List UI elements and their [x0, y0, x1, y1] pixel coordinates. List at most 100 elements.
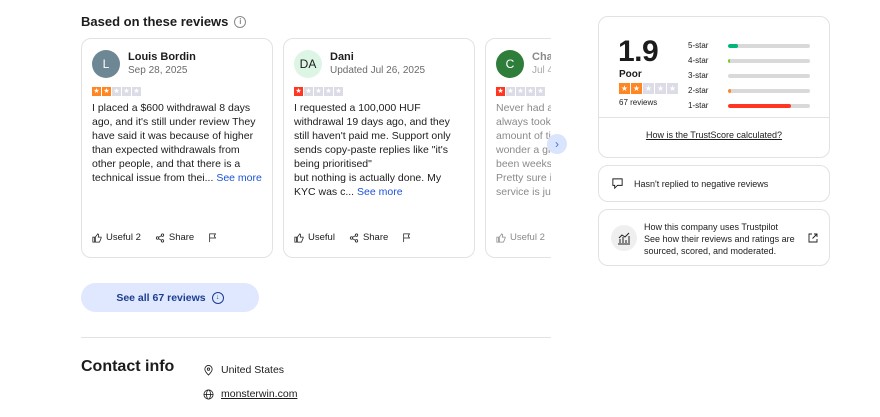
useful-button[interactable]: Useful 2 — [92, 232, 141, 243]
avatar: DA — [294, 50, 322, 78]
contact-website[interactable]: monsterwin.com — [203, 388, 297, 400]
share-button[interactable]: Share — [155, 232, 194, 243]
reviewer-name[interactable]: Char — [532, 50, 551, 64]
speech-bubble-icon — [612, 178, 623, 190]
external-link-icon[interactable] — [808, 233, 818, 243]
distribution-row[interactable]: 3-star — [688, 68, 812, 83]
star-icon: ★ — [496, 87, 505, 96]
star-icon: ★ — [536, 87, 545, 96]
distribution-fill — [728, 88, 732, 93]
star-icon: ★ — [667, 83, 678, 94]
useful-button[interactable]: Useful — [294, 232, 335, 243]
star-icon: ★ — [506, 87, 515, 96]
distribution-row[interactable]: 4-star — [688, 53, 812, 68]
carousel-next-button[interactable]: › — [547, 134, 567, 154]
thumbs-up-icon — [92, 232, 102, 243]
star-icon: ★ — [334, 87, 343, 96]
distribution-row[interactable]: 2-star — [688, 83, 812, 98]
flag-button[interactable] — [402, 232, 412, 243]
review-card[interactable]: L Louis Bordin Sep 28, 2025 ★ ★ ★ ★ ★ I plac… — [81, 38, 273, 258]
distribution-label: 3-star — [688, 71, 709, 80]
star-icon: ★ — [102, 87, 111, 96]
trustscore-stars: ★ ★ ★ ★ ★ — [619, 83, 678, 94]
flag-icon — [403, 232, 411, 242]
distribution-label: 2-star — [688, 86, 709, 95]
star-icon: ★ — [619, 83, 630, 94]
review-text: Never had a always took amount of ti won… — [496, 101, 551, 199]
trustscore-word: Poor — [619, 69, 642, 80]
distribution-label: 5-star — [688, 41, 709, 50]
rating-distribution: 5-star 4-star 3-star 2-star 1-star — [688, 38, 812, 113]
see-more-link[interactable]: See more — [357, 186, 403, 198]
star-icon: ★ — [92, 87, 101, 96]
useful-label: Useful 2 — [106, 232, 141, 243]
star-icon: ★ — [324, 87, 333, 96]
section-divider — [81, 337, 551, 338]
reviews-section-title: Based on these reviews i — [81, 14, 247, 29]
share-icon — [155, 232, 164, 243]
trustscore-review-count: 67 reviews — [619, 98, 658, 107]
share-button[interactable]: Share — [349, 232, 388, 243]
distribution-label: 1-star — [688, 101, 709, 110]
flag-icon — [209, 232, 217, 242]
star-icon: ★ — [304, 87, 313, 96]
avatar: C — [496, 50, 524, 78]
avatar: L — [92, 50, 120, 78]
review-body: I requested a 100,000 HUF withdrawal 19 … — [294, 102, 451, 198]
review-carousel: L Louis Bordin Sep 28, 2025 ★ ★ ★ ★ ★ I plac… — [81, 38, 551, 258]
trustscore-info-link[interactable]: How is the TrustScore calculated? — [599, 130, 829, 140]
website-link[interactable]: monsterwin.com — [221, 388, 297, 400]
distribution-fill — [728, 103, 792, 108]
review-body: Never had a always took amount of ti won… — [496, 102, 551, 198]
bar-chart-icon — [618, 232, 630, 245]
how-company-text: See how their reviews and ratings are so… — [644, 234, 795, 256]
star-icon: ★ — [132, 87, 141, 96]
star-icon: ★ — [655, 83, 666, 94]
how-company-uses-card[interactable]: How this company uses Trustpilot See how… — [598, 209, 830, 266]
reviewer-name[interactable]: Dani — [330, 50, 425, 64]
star-rating: ★ ★ ★ ★ ★ — [92, 87, 262, 96]
reviews-section-title-text: Based on these reviews — [81, 14, 229, 29]
score-divider — [599, 117, 829, 118]
review-date: Updated Jul 26, 2025 — [330, 65, 426, 76]
review-text: I placed a $600 withdrawal 8 days ago, a… — [92, 101, 262, 199]
distribution-label: 4-star — [688, 56, 709, 65]
distribution-track — [728, 73, 810, 78]
contact-country: United States — [221, 364, 285, 376]
share-icon — [349, 232, 359, 243]
distribution-track — [728, 58, 810, 63]
flag-button[interactable] — [208, 232, 218, 243]
useful-button[interactable]: Useful 2 — [496, 232, 545, 243]
reply-status-text: Hasn't replied to negative reviews — [634, 178, 769, 189]
reply-status-card: Hasn't replied to negative reviews — [598, 165, 830, 202]
thumbs-up-icon — [294, 232, 304, 243]
star-icon: ★ — [122, 87, 131, 96]
distribution-row[interactable]: 1-star — [688, 98, 812, 113]
useful-label: Useful — [308, 232, 335, 243]
star-icon: ★ — [643, 83, 654, 94]
reviewer-name[interactable]: Louis Bordin — [128, 50, 196, 64]
review-text: I requested a 100,000 HUF withdrawal 19 … — [294, 101, 464, 199]
star-icon: ★ — [516, 87, 525, 96]
see-all-reviews-button[interactable]: See all 67 reviews ↓ — [81, 283, 259, 312]
info-icon[interactable]: i — [234, 15, 247, 28]
contact-location: United States — [203, 364, 284, 376]
globe-icon — [203, 389, 214, 399]
see-more-link[interactable]: See more — [216, 172, 262, 184]
review-card[interactable]: DA Dani Updated Jul 26, 2025 ★ ★ ★ ★ ★ I req… — [283, 38, 475, 258]
location-pin-icon — [204, 364, 213, 376]
see-all-label: See all 67 reviews — [116, 291, 206, 304]
review-card[interactable]: C Char Jul 4 ★★★★★ Never had a always to… — [485, 38, 551, 258]
distribution-row[interactable]: 5-star — [688, 38, 812, 53]
how-icon-circle — [611, 225, 637, 251]
trustscore-card: 1.9 Poor ★ ★ ★ ★ ★ 67 reviews 5-star 4-star 3-… — [598, 16, 830, 158]
share-label: Share — [362, 232, 389, 243]
distribution-track — [728, 88, 810, 93]
review-date: Sep 28, 2025 — [128, 65, 188, 76]
star-icon: ★ — [112, 87, 121, 96]
thumbs-up-icon — [496, 232, 506, 243]
star-rating: ★ ★ ★ ★ ★ — [294, 87, 464, 96]
arrow-down-circle-icon: ↓ — [211, 291, 224, 304]
star-icon: ★ — [526, 87, 535, 96]
distribution-track — [728, 43, 810, 48]
